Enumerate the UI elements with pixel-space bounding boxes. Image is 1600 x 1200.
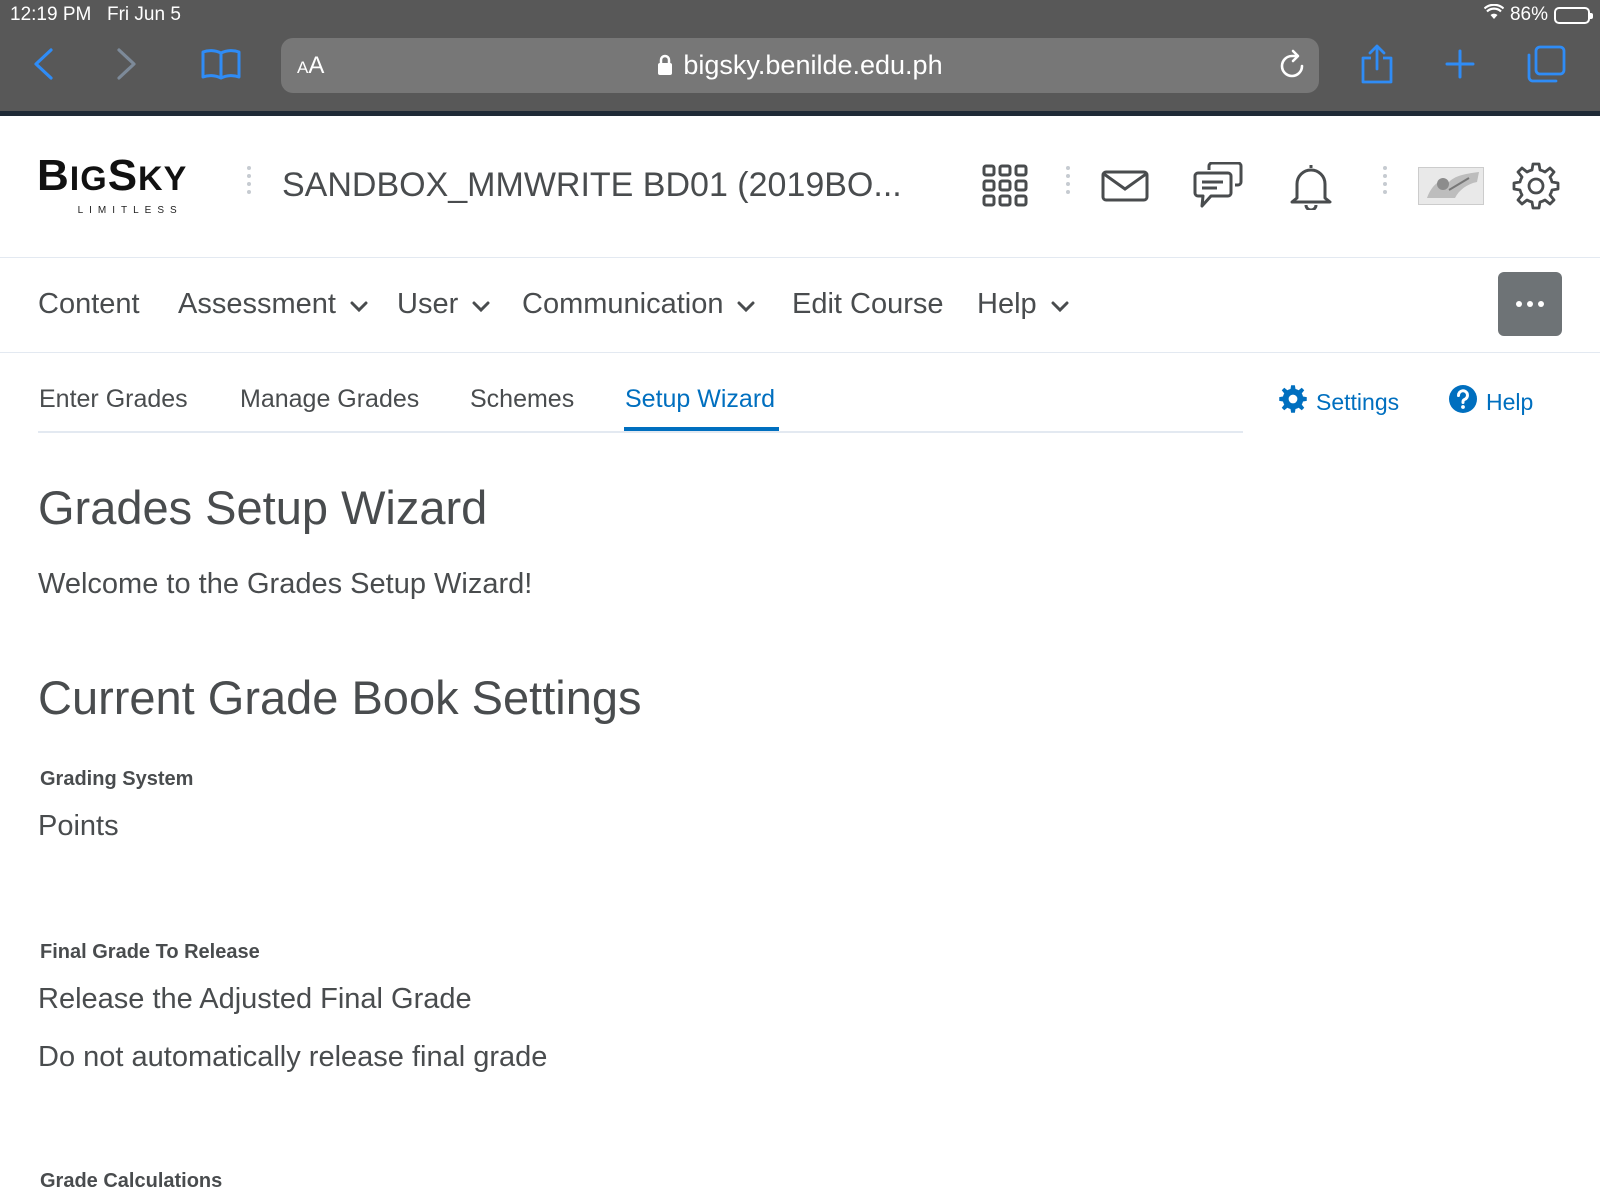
nav-assessment[interactable]: Assessment — [178, 288, 368, 321]
nav-edit-course[interactable]: Edit Course — [792, 288, 944, 321]
final-grade-label: Final Grade To Release — [40, 941, 260, 963]
browser-chrome: 12:19 PM Fri Jun 5 86% AA bigsky.benilde… — [0, 0, 1600, 116]
header-divider — [247, 166, 251, 204]
message-alerts-icon[interactable] — [1190, 158, 1246, 214]
chevron-down-icon — [1051, 288, 1069, 321]
new-tab-icon[interactable] — [1437, 44, 1483, 84]
status-date: Fri Jun 5 — [107, 4, 181, 25]
grades-tabs: Enter Grades Manage Grades Schemes Setup… — [38, 353, 1243, 433]
address-bar[interactable]: AA bigsky.benilde.edu.ph — [281, 38, 1319, 93]
nav-help[interactable]: Help — [977, 288, 1069, 321]
site-header: BIGSKY LIMITLESS SANDBOX_MMWRITE BD01 (2… — [0, 116, 1600, 258]
lock-icon — [657, 52, 673, 83]
section-title: Current Grade Book Settings — [38, 671, 642, 724]
chevron-down-icon — [350, 288, 368, 321]
tab-schemes[interactable]: Schemes — [470, 385, 574, 414]
tab-enter-grades[interactable]: Enter Grades — [39, 385, 188, 414]
back-icon[interactable] — [20, 44, 66, 84]
grading-system-value: Points — [38, 810, 119, 842]
logo-tagline: LIMITLESS — [77, 205, 183, 216]
bigsky-logo[interactable]: BIGSKY LIMITLESS — [37, 154, 187, 217]
course-title[interactable]: SANDBOX_MMWRITE BD01 (2019BO... — [282, 166, 902, 205]
mail-icon[interactable] — [1097, 158, 1153, 214]
chevron-down-icon — [737, 288, 755, 321]
chevron-down-icon — [472, 288, 490, 321]
grading-system-label: Grading System — [40, 768, 194, 790]
grade-calculations-label: Grade Calculations — [40, 1170, 223, 1192]
help-question-icon — [1448, 384, 1478, 420]
active-tab-indicator — [624, 427, 779, 431]
course-selector-grid-icon[interactable] — [977, 158, 1033, 214]
header-divider — [1066, 166, 1070, 204]
notifications-bell-icon[interactable] — [1283, 158, 1339, 214]
gear-icon[interactable] — [1508, 158, 1564, 214]
nav-content[interactable]: Content — [38, 288, 140, 321]
more-options-button[interactable] — [1498, 272, 1562, 336]
release-value: Do not automatically release final grade — [38, 1041, 548, 1073]
help-link[interactable]: Help — [1448, 384, 1533, 420]
page-title: Grades Setup Wizard — [38, 481, 488, 534]
user-avatar[interactable] — [1418, 167, 1484, 205]
share-icon[interactable] — [1354, 44, 1400, 84]
battery-icon — [1554, 6, 1593, 24]
tab-setup-wizard[interactable]: Setup Wizard — [625, 385, 775, 414]
bookmarks-icon[interactable] — [198, 44, 244, 84]
status-time: 12:19 PM — [10, 4, 92, 25]
status-bar: 12:19 PM Fri Jun 5 86% — [10, 3, 1593, 28]
nav-communication[interactable]: Communication — [522, 288, 755, 321]
gear-icon — [1278, 384, 1308, 420]
reload-icon[interactable] — [1277, 49, 1307, 86]
final-grade-value: Release the Adjusted Final Grade — [38, 983, 472, 1015]
battery-percent: 86% — [1509, 4, 1548, 25]
forward-icon[interactable] — [104, 44, 150, 84]
wifi-icon — [1483, 3, 1505, 26]
url-text: bigsky.benilde.edu.ph — [683, 50, 943, 80]
welcome-text: Welcome to the Grades Setup Wizard! — [38, 568, 533, 600]
course-navbar: Content Assessment User Communication Ed… — [0, 258, 1600, 353]
tab-manage-grades[interactable]: Manage Grades — [240, 385, 419, 414]
header-divider — [1383, 166, 1387, 204]
nav-user[interactable]: User — [397, 288, 490, 321]
tabs-overview-icon[interactable] — [1523, 44, 1569, 84]
settings-link[interactable]: Settings — [1278, 384, 1399, 420]
